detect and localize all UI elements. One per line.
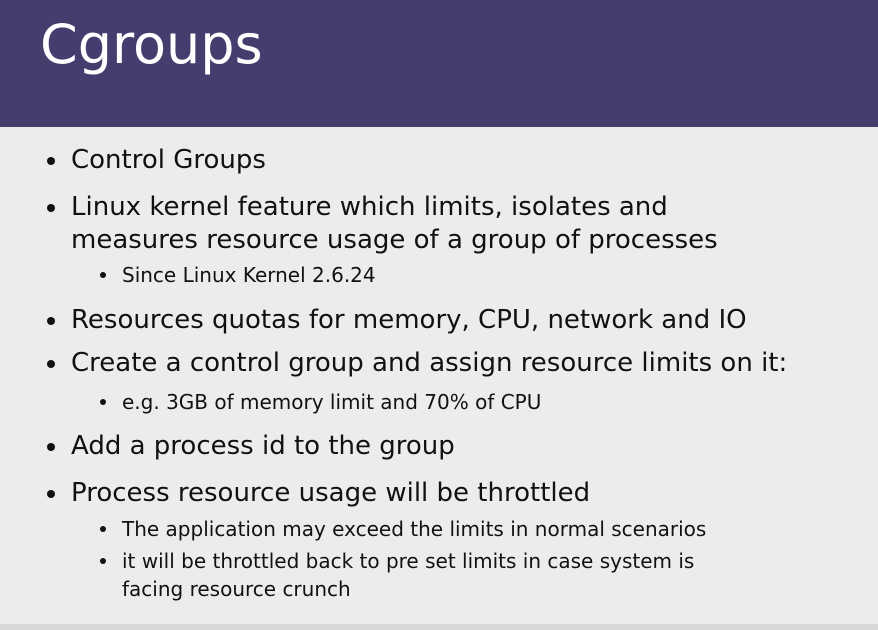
bullet-item: Linux kernel feature which limits, isola… <box>0 192 878 255</box>
sub-bullet-dot-icon <box>100 558 106 564</box>
sub-bullet-text: The application may exceed the limits in… <box>122 517 707 541</box>
bullet-dot-icon <box>47 204 55 212</box>
bullet-item: Resources quotas for memory, CPU, networ… <box>0 305 878 335</box>
sub-bullet-text: e.g. 3GB of memory limit and 70% of CPU <box>122 390 542 414</box>
bullet-item: Control Groups <box>0 145 878 175</box>
sub-bullet-text-continued: facing resource crunch <box>122 577 351 601</box>
slide-title: Cgroups <box>40 13 263 76</box>
sub-bullet-item: Since Linux Kernel 2.6.24 <box>0 263 878 287</box>
bullet-text: Linux kernel feature which limits, isola… <box>71 192 668 222</box>
sub-bullet-item: it will be throttled back to pre set lim… <box>0 549 878 601</box>
slide: Cgroups Control Groups Linux kernel feat… <box>0 0 878 630</box>
bullet-text: Add a process id to the group <box>71 431 455 461</box>
bullet-item: Process resource usage will be throttled <box>0 478 878 508</box>
bullet-text: Create a control group and assign resour… <box>71 348 788 378</box>
bullet-dot-icon <box>47 443 55 451</box>
bottom-edge <box>0 624 878 630</box>
bullet-text: Process resource usage will be throttled <box>71 478 591 508</box>
sub-bullet-text: it will be throttled back to pre set lim… <box>122 549 695 573</box>
bullet-text-continued: measures resource usage of a group of pr… <box>71 225 718 255</box>
bullet-text: Resources quotas for memory, CPU, networ… <box>71 305 747 335</box>
sub-bullet-item: e.g. 3GB of memory limit and 70% of CPU <box>0 390 878 414</box>
sub-bullet-text: Since Linux Kernel 2.6.24 <box>122 263 376 287</box>
sub-bullet-item: The application may exceed the limits in… <box>0 517 878 541</box>
sub-bullet-dot-icon <box>100 526 106 532</box>
title-bar: Cgroups <box>0 0 878 127</box>
bullet-dot-icon <box>47 360 55 368</box>
bullet-dot-icon <box>47 157 55 165</box>
sub-bullet-dot-icon <box>100 399 106 405</box>
sub-bullet-dot-icon <box>100 272 106 278</box>
bullet-item: Add a process id to the group <box>0 431 878 461</box>
bullet-item: Create a control group and assign resour… <box>0 348 878 378</box>
bullet-dot-icon <box>47 490 55 498</box>
bullet-text: Control Groups <box>71 145 266 175</box>
bullet-dot-icon <box>47 317 55 325</box>
